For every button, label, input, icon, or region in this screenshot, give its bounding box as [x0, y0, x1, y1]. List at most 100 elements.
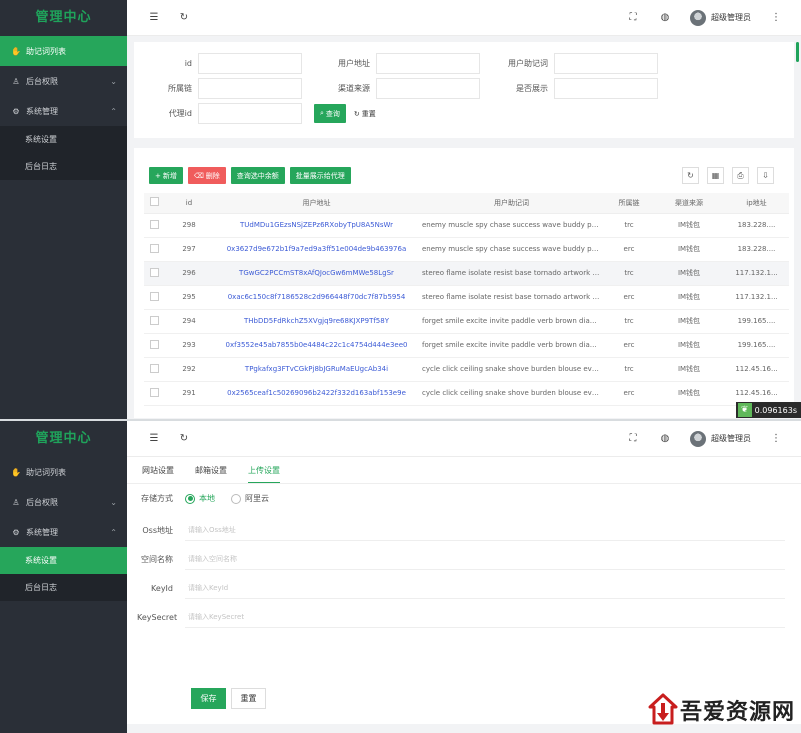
sidebar-item-label: 系统管理: [26, 527, 58, 537]
more-icon[interactable]: ⋮: [769, 12, 783, 23]
columns-icon[interactable]: ▦: [707, 167, 724, 184]
timer-value: 0.096163s: [754, 405, 797, 415]
filter-label-display: 是否展示: [516, 84, 548, 93]
table-row[interactable]: 293 0xf3552e45ab7855b0e4484c22c1c4754d44…: [144, 333, 789, 358]
table-row[interactable]: 291 0x2565ceaf1c50269096b2422f332d163abf…: [144, 381, 789, 406]
batch-display-button[interactable]: 批量展示给代理: [289, 167, 351, 184]
sidebar-item-permissions[interactable]: ♙ 后台权限 ⌄: [0, 66, 127, 96]
reset-button[interactable]: ↻ 重置: [347, 105, 382, 122]
save-button[interactable]: 保存: [191, 688, 226, 709]
filter-agent-input[interactable]: [198, 103, 302, 124]
cell-id: 293: [164, 333, 214, 358]
sidebar-item-system-settings[interactable]: 系统设置: [0, 547, 127, 574]
sidebar-item-permissions[interactable]: ♙ 后台权限 ⌄: [0, 487, 127, 517]
table-row[interactable]: 294 THbDD5FdRkchZ5XVgjq9re68KJXP9Tf58Y f…: [144, 309, 789, 334]
cell-address: 0x3627d9e672b1f9a7ed9a3ff51e004de9b46397…: [214, 237, 419, 262]
sidebar: 管理中心 ✋ 助记词列表 ♙ 后台权限 ⌄ ⚙ 系统管理 ⌃ 系统设置 后台日志: [0, 0, 127, 420]
print-icon[interactable]: ⎙: [732, 167, 749, 184]
menu-toggle-icon[interactable]: ☰: [147, 433, 161, 444]
row-checkbox[interactable]: [144, 357, 164, 382]
column-header[interactable]: id: [164, 193, 214, 214]
tab-email-settings[interactable]: 邮箱设置: [195, 465, 227, 484]
fullscreen-icon[interactable]: ⛶: [626, 12, 640, 23]
column-header[interactable]: 用户助记词: [419, 193, 604, 214]
storage-local-radio[interactable]: 本地: [185, 493, 215, 504]
cell-address: 0x2565ceaf1c50269096b2422f332d163abf153e…: [214, 381, 419, 406]
cell-ip: 112.45.16...: [724, 357, 789, 382]
brand-title: 管理中心: [35, 10, 92, 25]
settings-tabs: 网站设置 邮箱设置 上传设置: [142, 465, 280, 484]
row-checkbox[interactable]: [144, 237, 164, 262]
refresh-icon[interactable]: ↻: [682, 167, 699, 184]
cell-mnemonic: enemy muscle spy chase success wave budd…: [419, 237, 604, 262]
bucket-input[interactable]: 请输入空间名称: [185, 548, 785, 570]
cell-source: IM钱包: [654, 357, 724, 382]
sidebar-item-mnemonic-list[interactable]: ✋ 助记词列表: [0, 457, 127, 487]
keyid-input[interactable]: 请输入KeyId: [185, 577, 785, 599]
keysecret-input[interactable]: 请输入KeySecret: [185, 606, 785, 628]
sidebar-item-logs[interactable]: 后台日志: [0, 153, 127, 180]
table-row[interactable]: 298 TUdMDu1GEzsNSjZEPz6RXobyTpU8A5NsWr e…: [144, 213, 789, 238]
table-row[interactable]: 296 TGwGC2PCCmST8xAfQJocGw6mMWe58LgSr st…: [144, 261, 789, 286]
row-checkbox[interactable]: [144, 381, 164, 406]
globe-icon[interactable]: ◍: [658, 433, 672, 444]
filter-id-input[interactable]: [198, 53, 302, 74]
row-checkbox[interactable]: [144, 261, 164, 286]
sidebar-item-logs[interactable]: 后台日志: [0, 574, 127, 601]
sidebar-item-label: 系统管理: [26, 106, 58, 116]
filter-mnemonic-input[interactable]: [554, 53, 658, 74]
delete-button[interactable]: ⌫ 删除: [187, 167, 226, 184]
select-all-checkbox[interactable]: [144, 193, 164, 214]
refresh-icon[interactable]: ↻: [177, 433, 191, 444]
row-checkbox[interactable]: [144, 333, 164, 358]
table-row[interactable]: 295 0xac6c150c8f7186528c2d966448f70dc7f8…: [144, 285, 789, 310]
user-menu[interactable]: 超级管理员: [690, 430, 751, 447]
cell-ip: 117.132.1...: [724, 285, 789, 310]
watermark-text: 吾爱资源网: [679, 699, 795, 725]
row-checkbox[interactable]: [144, 309, 164, 334]
tab-upload-settings[interactable]: 上传设置: [248, 465, 280, 484]
sidebar: 管理中心 ✋ 助记词列表 ♙ 后台权限 ⌄ ⚙ 系统管理 ⌃ 系统设置 后台日志: [0, 421, 127, 733]
row-checkbox[interactable]: [144, 213, 164, 238]
export-icon[interactable]: ⇩: [757, 167, 774, 184]
cell-address: 0xac6c150c8f7186528c2d966448f70dc7f87b59…: [214, 285, 419, 310]
table-tools: ↻ ▦ ⎙ ⇩: [682, 167, 774, 184]
refresh-icon[interactable]: ↻: [177, 12, 191, 23]
column-header[interactable]: 渠道来源: [654, 193, 724, 214]
filter-source-select[interactable]: [376, 78, 480, 99]
column-header[interactable]: 所属链: [604, 193, 654, 214]
sidebar-item-mnemonic-list[interactable]: ✋ 助记词列表: [0, 36, 127, 66]
tab-site-settings[interactable]: 网站设置: [142, 465, 174, 484]
storage-aliyun-radio[interactable]: 阿里云: [231, 493, 269, 504]
row-checkbox[interactable]: [144, 285, 164, 310]
search-button[interactable]: ⌕ 查询: [314, 104, 346, 123]
table-row[interactable]: 297 0x3627d9e672b1f9a7ed9a3ff51e004de9b4…: [144, 237, 789, 262]
menu-toggle-icon[interactable]: ☰: [147, 12, 161, 23]
scrollbar[interactable]: [796, 42, 799, 62]
cell-id: 298: [164, 213, 214, 238]
column-header[interactable]: 用户地址: [214, 193, 419, 214]
filter-display-select[interactable]: [554, 78, 658, 99]
query-balance-button[interactable]: 查询选中余额: [230, 167, 285, 184]
site-watermark: 吾爱资源网: [648, 693, 795, 727]
topbar: ☰ ↻ ⛶ ◍ 超级管理员 ⋮: [127, 421, 801, 457]
globe-icon[interactable]: ◍: [658, 12, 672, 23]
filter-chain-select[interactable]: [198, 78, 302, 99]
sidebar-item-system[interactable]: ⚙ 系统管理 ⌃: [0, 96, 127, 126]
hand-icon: ✋: [11, 467, 21, 477]
sidebar-item-system[interactable]: ⚙ 系统管理 ⌃: [0, 517, 127, 547]
cell-ip: 117.132.1...: [724, 261, 789, 286]
sidebar-item-system-settings[interactable]: 系统设置: [0, 126, 127, 153]
reset-button[interactable]: 重置: [231, 688, 266, 709]
fullscreen-icon[interactable]: ⛶: [626, 433, 640, 444]
chevron-up-icon: ⌃: [110, 527, 117, 537]
filter-address-input[interactable]: [376, 53, 480, 74]
column-header[interactable]: ip地址: [724, 193, 789, 214]
cell-chain: trc: [604, 357, 654, 382]
more-icon[interactable]: ⋮: [769, 433, 783, 444]
user-menu[interactable]: 超级管理员: [690, 9, 751, 26]
cell-source: IM钱包: [654, 309, 724, 334]
oss-url-input[interactable]: 请输入Oss地址: [185, 519, 785, 541]
table-row[interactable]: 292 TPgkafxg3FTvCGkPj8bJGRuMaEUgcAb34i c…: [144, 357, 789, 382]
add-button[interactable]: + 新增: [149, 167, 183, 184]
